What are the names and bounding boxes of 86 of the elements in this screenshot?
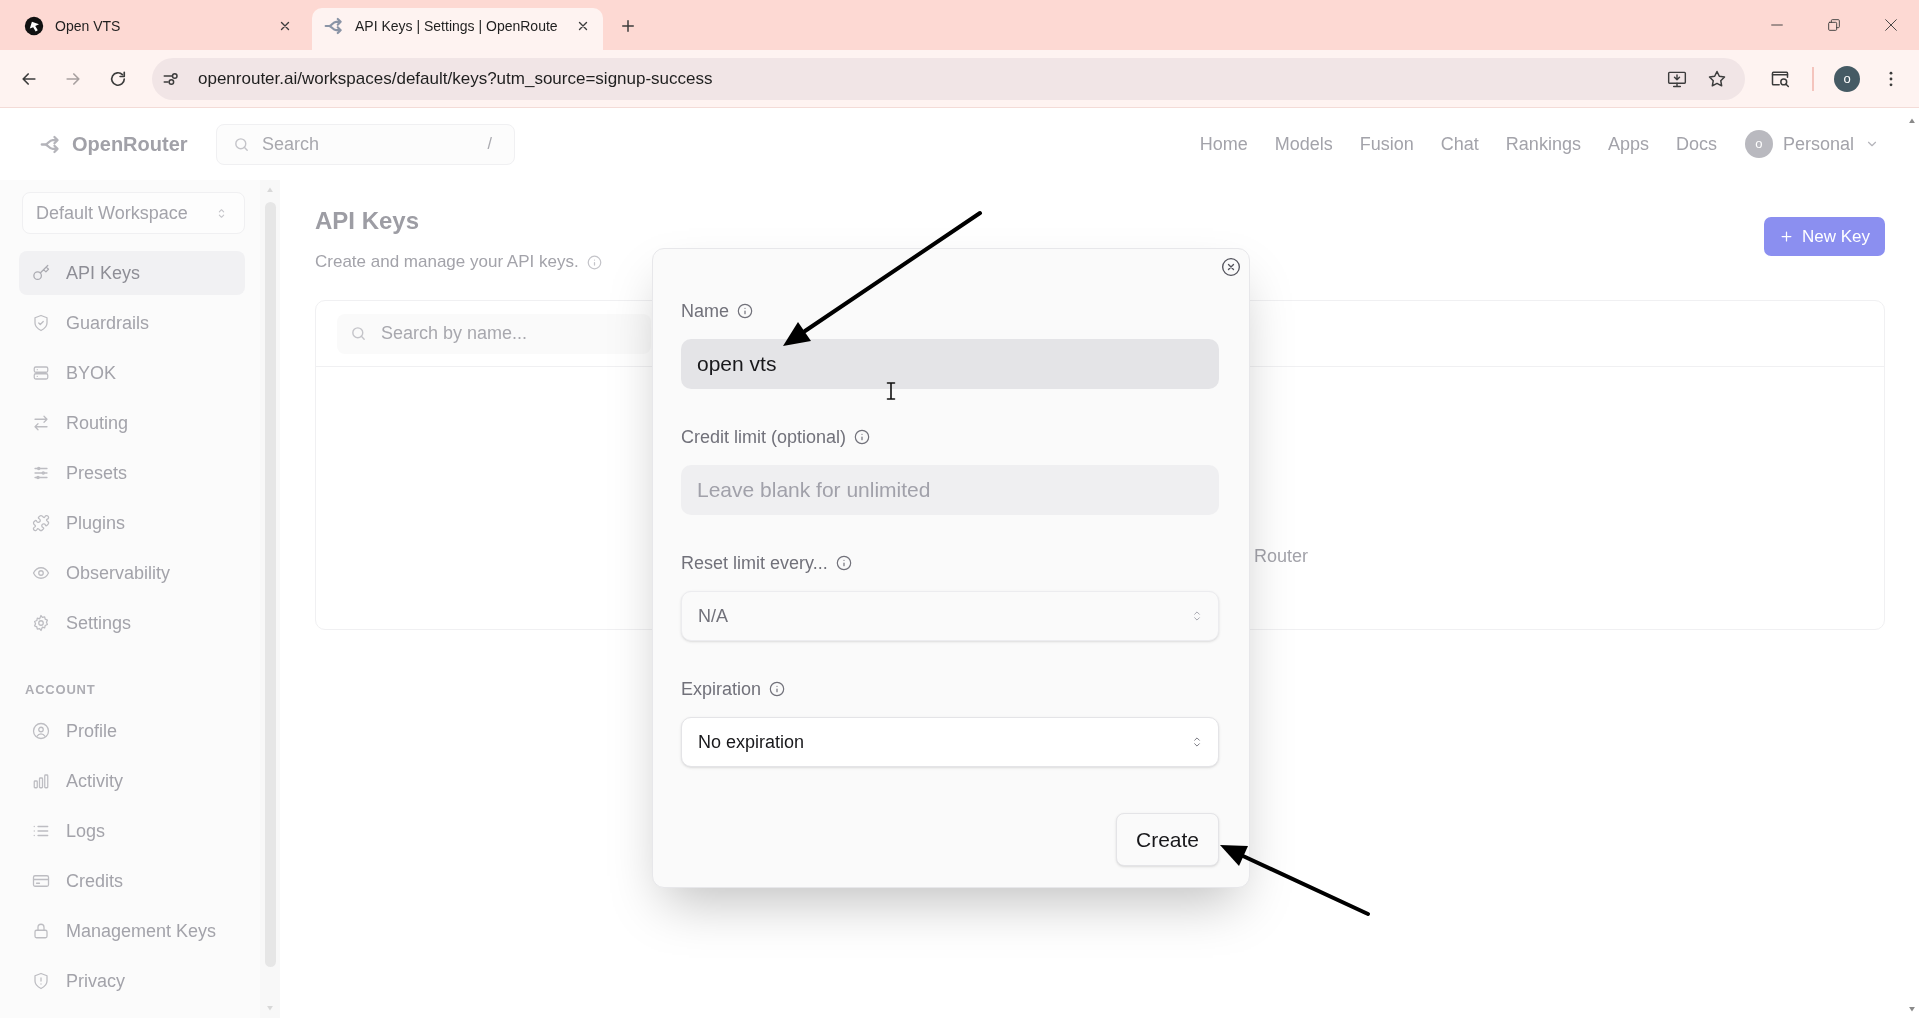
close-icon[interactable] <box>576 19 590 33</box>
address-bar[interactable]: openrouter.ai/workspaces/default/keys?utm_source=signup-success <box>152 57 1745 100</box>
sidebar-item[interactable]: API Keys <box>19 251 245 295</box>
plus-icon <box>1778 229 1794 244</box>
sidebar-item[interactable]: Guardrails <box>19 301 245 345</box>
search-icon <box>233 135 250 153</box>
sidebar-item[interactable]: Logs <box>19 809 245 853</box>
nav-link[interactable]: Fusion <box>1359 130 1414 158</box>
section-heading: ACCOUNT <box>25 682 97 698</box>
close-icon[interactable] <box>278 19 292 33</box>
search-icon <box>350 325 367 342</box>
nav-link[interactable]: Home <box>1199 130 1248 158</box>
browser-tab[interactable]: API Keys | Settings | OpenRoute <box>312 8 603 50</box>
text-input[interactable]: Leave blank for unlimited <box>681 465 1219 515</box>
sidebar-item[interactable]: Plugins <box>19 501 245 545</box>
search-field[interactable]: Search / <box>216 123 515 165</box>
sidebar-item[interactable]: Management Keys <box>19 909 245 953</box>
search-field[interactable]: Search by name... <box>337 313 651 354</box>
sidebar-item[interactable]: Routing <box>19 401 245 445</box>
user-circle-icon <box>32 722 50 740</box>
sidebar-item[interactable]: Observability <box>19 551 245 595</box>
text-input[interactable]: open vts <box>681 339 1219 389</box>
info-icon[interactable] <box>854 429 871 445</box>
scrollbar[interactable] <box>260 180 280 1018</box>
bar-chart-icon <box>32 772 50 790</box>
url-text: openrouter.ai/workspaces/default/keys?utm_source=signup-success <box>198 67 714 90</box>
tab-title: Open VTS <box>55 16 122 36</box>
nav-link[interactable]: Chat <box>1440 130 1479 158</box>
sliders-icon <box>32 464 50 482</box>
sidebar-item[interactable]: Settings <box>19 601 245 645</box>
lock-icon <box>32 922 50 940</box>
credit-card-icon <box>32 872 50 890</box>
sidebar-item[interactable]: Privacy <box>19 959 245 1003</box>
new-key-button[interactable]: New Key <box>1763 217 1885 256</box>
empty-message: Router <box>1254 546 1309 566</box>
workspace-select[interactable]: Default Workspace <box>22 192 245 234</box>
scroll-up-icon[interactable] <box>1906 116 1918 126</box>
select-field[interactable]: No expiration <box>681 717 1219 767</box>
favicon-icon <box>324 16 344 36</box>
field-label: Expiration <box>681 677 762 701</box>
account-name: Personal <box>1782 132 1854 156</box>
create-button[interactable]: Create <box>1115 813 1219 866</box>
page-subtitle: Create and manage your API keys. <box>315 251 579 273</box>
shield-alert-icon <box>32 972 50 990</box>
nav-link[interactable]: Apps <box>1607 130 1649 158</box>
text-cursor-icon <box>886 382 896 400</box>
info-icon[interactable] <box>737 303 753 319</box>
search-placeholder: Search by name... <box>381 322 528 345</box>
sidebar-item[interactable]: Activity <box>19 759 245 803</box>
sidebar-item[interactable]: Profile <box>19 709 245 753</box>
nav-link[interactable]: Rankings <box>1505 130 1581 158</box>
browser-tab[interactable]: Open VTS <box>8 8 304 50</box>
logo-link[interactable]: OpenRouter <box>40 129 216 159</box>
field-label: Reset limit every... <box>681 551 828 575</box>
shortcut-hint: / <box>487 134 493 154</box>
shield-check-icon <box>32 314 50 332</box>
tab-title: API Keys | Settings | OpenRoute <box>355 16 559 36</box>
favicon-icon <box>24 16 44 36</box>
close-icon[interactable] <box>1221 257 1241 277</box>
arrows-icon <box>32 414 50 432</box>
key-icon <box>32 264 50 282</box>
field-label: Name <box>681 299 729 323</box>
account-avatar: o <box>1744 130 1773 158</box>
new-tab-icon[interactable] <box>619 17 637 35</box>
close-icon[interactable] <box>1883 17 1899 33</box>
sidebar-item[interactable]: Credits <box>19 859 245 903</box>
sidebar-item[interactable]: Presets <box>19 451 245 495</box>
logo-icon <box>40 133 61 155</box>
nav-link[interactable]: Docs <box>1675 130 1717 158</box>
page-title: API Keys <box>315 206 421 236</box>
account-menu[interactable]: o Personal <box>1744 130 1879 158</box>
field-label: Credit limit (optional) <box>681 425 847 449</box>
server-icon <box>32 364 50 382</box>
scroll-down-icon[interactable] <box>1906 1004 1918 1014</box>
sidebar-item[interactable]: BYOK <box>19 351 245 395</box>
star-icon[interactable] <box>1707 68 1727 89</box>
profile-avatar[interactable]: o <box>1834 65 1860 92</box>
nav-link[interactable]: Models <box>1274 130 1333 158</box>
settings-icon <box>32 614 50 632</box>
puzzle-icon <box>32 514 50 532</box>
eye-icon <box>32 564 50 582</box>
workspace-name: Default Workspace <box>36 201 189 225</box>
search-placeholder: Search <box>262 132 321 156</box>
info-icon[interactable] <box>769 681 786 697</box>
info-icon[interactable] <box>835 555 852 571</box>
restore-icon[interactable] <box>1826 17 1842 33</box>
